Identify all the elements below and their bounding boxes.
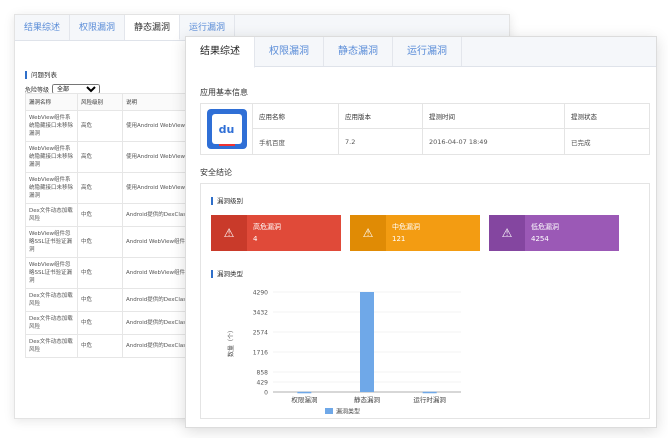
y-tick-label: 858: [257, 370, 269, 377]
medium-risk-card[interactable]: ⚠ 中危漏洞 121: [350, 215, 480, 251]
vuln-level-title: 漏洞级别: [211, 197, 243, 205]
back-tab-summary[interactable]: 结果综述: [15, 15, 71, 40]
warning-icon: ⚠: [350, 215, 386, 251]
x-tick-label: 运行时漏洞: [413, 395, 446, 404]
back-tab-permission[interactable]: 权限漏洞: [70, 15, 126, 40]
vuln-name-cell: Dex文件动态加载风险: [25, 203, 78, 227]
risk-level-cell: 中危: [77, 203, 123, 227]
vuln-name-cell: WebView组件忽略SSL证书验证漏洞: [25, 257, 78, 289]
low-risk-count: 4254: [531, 235, 549, 243]
risk-level-cell: 高危: [77, 172, 123, 204]
vuln-name-cell: WebView组件忽略SSL证书验证漏洞: [25, 226, 78, 258]
medium-risk-label: 中危漏洞: [392, 223, 420, 231]
submit-time-header: 提测时间: [423, 104, 565, 129]
vuln-name-cell: WebView组件系统隐藏接口未移除漏洞: [25, 110, 78, 142]
app-info-grid: 应用名称 应用版本 提测时间 提测状态 手机百度 7.2 2016-04-07 …: [253, 104, 649, 154]
y-tick-label: 4290: [253, 290, 268, 297]
vuln-name-cell: Dex文件动态加载风险: [25, 311, 78, 335]
app-logo-text: du: [211, 114, 242, 144]
y-tick-label: 3432: [253, 310, 268, 317]
bar: [422, 391, 437, 394]
vuln-type-bar-chart: 0 429 858 1716 2574 3432 4290 数量（个） 权限漏洞 静态漏洞 运行时漏…: [227, 290, 461, 416]
safety-conclusion-title: 安全结论: [200, 168, 232, 177]
logo-strip: [218, 144, 235, 146]
bar: [297, 391, 312, 394]
risk-level-cell: 中危: [77, 288, 123, 312]
risk-level-cell: 中危: [77, 311, 123, 335]
app-version-header: 应用版本: [339, 104, 423, 129]
app-version-value: 7.2: [339, 129, 423, 154]
low-risk-label: 低危漏洞: [531, 223, 559, 231]
vuln-name-cell: WebView组件系统隐藏接口未移除漏洞: [25, 172, 78, 204]
y-tick-label: 1716: [253, 350, 268, 357]
safety-conclusion-panel: 漏洞级别 ⚠ 高危漏洞 4 ⚠ 中危漏洞 121 ⚠ 低危漏洞 4254 漏洞类型 0…: [200, 183, 650, 419]
col-risk-level: 风险级别: [77, 93, 123, 111]
legend-swatch: [325, 408, 333, 414]
high-risk-card[interactable]: ⚠ 高危漏洞 4: [211, 215, 341, 251]
app-logo-cell: du: [201, 104, 253, 154]
app-info-table: du 应用名称 应用版本 提测时间 提测状态 手机百度 7.2 2016-04-…: [200, 103, 650, 155]
risk-level-cell: 高危: [77, 141, 123, 173]
medium-risk-count: 121: [392, 235, 406, 243]
vuln-name-cell: Dex文件动态加载风险: [25, 334, 78, 358]
x-tick-label: 静态漏洞: [354, 395, 381, 404]
vuln-name-cell: Dex文件动态加载风险: [25, 288, 78, 312]
risk-level-cell: 中危: [77, 334, 123, 358]
test-status-value: 已完成: [571, 138, 591, 147]
app-name-value: 手机百度: [253, 129, 339, 154]
col-vuln-name: 漏洞名称: [25, 93, 78, 111]
submit-time-value: 2016-04-07 18:49: [423, 129, 565, 154]
y-tick-label: 2574: [253, 330, 268, 337]
test-status-header: 提测状态: [565, 104, 649, 129]
low-risk-card[interactable]: ⚠ 低危漏洞 4254: [489, 215, 619, 251]
x-tick-label: 权限漏洞: [291, 395, 318, 404]
result-summary-window: 结果综述 权限漏洞 静态漏洞 运行漏洞 应用基本信息 du 应用名称 应用版本 …: [185, 36, 657, 428]
high-risk-label: 高危漏洞: [253, 223, 281, 231]
risk-level-cell: 高危: [77, 110, 123, 142]
front-tab-bar: 结果综述 权限漏洞 静态漏洞 运行漏洞: [186, 37, 656, 68]
tab-runtime[interactable]: 运行漏洞: [393, 37, 462, 66]
baidu-app-icon: du: [206, 109, 247, 149]
vuln-type-title: 漏洞类型: [211, 270, 243, 278]
app-name-header: 应用名称: [253, 104, 339, 129]
warning-icon: ⚠: [489, 215, 525, 251]
legend-label: 漏洞类型: [336, 408, 360, 416]
tab-summary[interactable]: 结果综述: [186, 37, 255, 68]
back-tab-static[interactable]: 静态漏洞: [125, 15, 181, 40]
bar: [360, 292, 374, 392]
tab-permission[interactable]: 权限漏洞: [255, 37, 324, 66]
risk-level-cell: 中危: [77, 257, 123, 289]
app-info-title: 应用基本信息: [200, 88, 248, 97]
vuln-name-cell: WebView组件系统隐藏接口未移除漏洞: [25, 141, 78, 173]
tab-static[interactable]: 静态漏洞: [324, 37, 393, 66]
y-tick-label: 429: [257, 380, 269, 387]
warning-icon: ⚠: [211, 215, 247, 251]
risk-level-cell: 中危: [77, 226, 123, 258]
y-tick-label: 0: [264, 390, 268, 397]
y-axis-label: 数量（个）: [227, 327, 235, 357]
high-risk-count: 4: [253, 235, 258, 243]
